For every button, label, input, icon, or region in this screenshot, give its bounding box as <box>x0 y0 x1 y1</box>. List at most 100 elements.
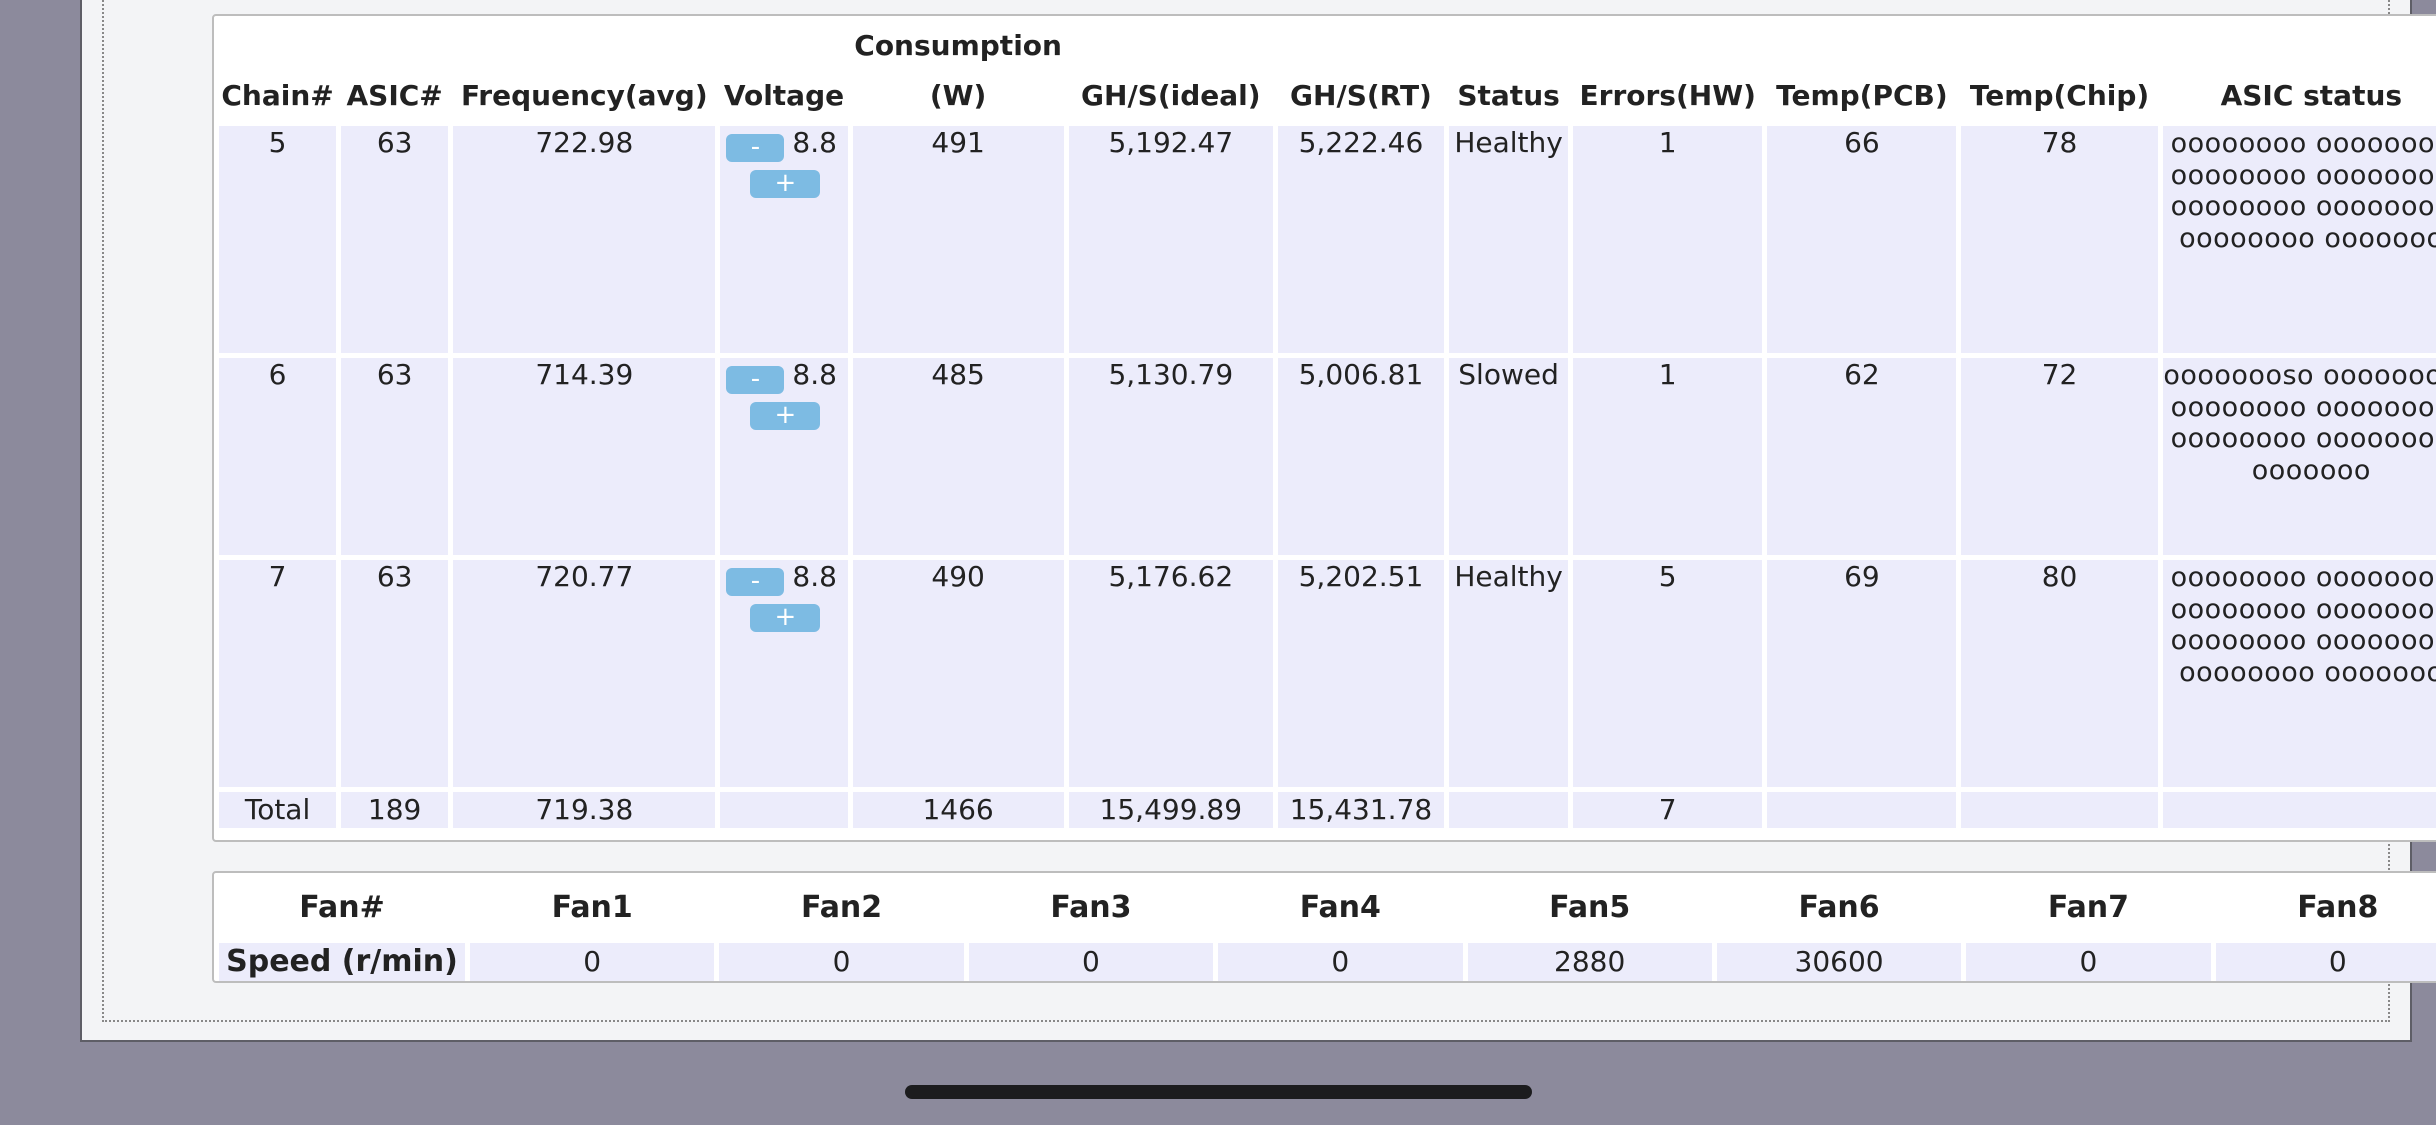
status-value: Slowed <box>1449 358 1569 555</box>
frequency-value: 714.39 <box>453 358 716 555</box>
fan-4-speed: 0 <box>1218 943 1463 981</box>
voltage-value: 8.8 <box>792 126 837 159</box>
header-consumption: Consumption (W) <box>853 21 1064 121</box>
fans-table: Fan# Fan1 Fan2 Fan3 Fan4 Fan5 Fan6 Fan7 … <box>214 873 2436 986</box>
voltage-controls: - 8.8 + <box>720 560 847 787</box>
ghs-rt-value: 5,006.81 <box>1277 358 1445 555</box>
header-fan-6: Fan6 <box>1798 890 1880 925</box>
errors-value: 1 <box>1573 126 1763 353</box>
header-ghs-ideal: GH/S(ideal) <box>1081 79 1261 112</box>
header-fan-number: Fan# <box>299 890 385 925</box>
header-fan-1: Fan1 <box>551 890 633 925</box>
errors-value: 1 <box>1573 358 1763 555</box>
asic-status-value: oooooooo oooooooo oooooooo oooooooo oooo… <box>2162 560 2436 787</box>
chain-number: 7 <box>219 560 337 787</box>
voltage-cell: - 8.8 + <box>720 126 848 353</box>
header-consumption-line2: (W) <box>929 79 987 112</box>
header-voltage: Voltage <box>723 79 845 112</box>
miner-status-panel: Chain# ASIC# Frequency(avg) Voltage Cons… <box>80 0 2436 1042</box>
total-errors: 7 <box>1573 792 1763 828</box>
ghs-ideal-value: 5,130.79 <box>1068 358 1273 555</box>
fan-8-speed: 0 <box>2215 943 2436 981</box>
fan-5-speed: 2880 <box>1467 943 1712 981</box>
asic-count: 63 <box>341 126 449 353</box>
consumption-value: 491 <box>852 126 1064 353</box>
ghs-rt-value: 5,202.51 <box>1277 560 1445 787</box>
total-consumption: 1466 <box>852 792 1064 828</box>
total-temp-pcb-empty <box>1767 792 1957 828</box>
ghs-ideal-value: 5,192.47 <box>1068 126 1273 353</box>
header-asic: ASIC# <box>346 79 443 112</box>
header-chain: Chain# <box>221 79 334 112</box>
consumption-value: 485 <box>852 358 1064 555</box>
asic-count: 63 <box>341 358 449 555</box>
voltage-decrease-button[interactable]: - <box>726 134 785 162</box>
header-fan-7: Fan7 <box>2047 890 2130 925</box>
total-ghs-rt: 15,431.78 <box>1277 792 1445 828</box>
fan-7-speed: 0 <box>1966 943 2211 981</box>
temp-pcb-value: 66 <box>1767 126 1957 353</box>
chain-row: 7 63 720.77 - 8.8 + 490 5,176.62 5,202.5… <box>219 560 2436 787</box>
temp-chip-value: 72 <box>1961 358 2158 555</box>
chain-row: 6 63 714.39 - 8.8 + 485 5,130.79 5,006.8… <box>219 358 2436 555</box>
temp-pcb-value: 69 <box>1767 560 1957 787</box>
header-fan-3: Fan3 <box>1050 890 1132 925</box>
total-status-empty <box>1449 792 1569 828</box>
total-voltage-empty <box>720 792 848 828</box>
voltage-decrease-button[interactable]: - <box>726 568 785 596</box>
fan-speed-row: Speed (r/min) 0 0 0 0 2880 30600 0 0 <box>219 943 2436 981</box>
voltage-value: 8.8 <box>792 560 837 593</box>
voltage-increase-button[interactable]: + <box>750 170 821 198</box>
voltage-value: 8.8 <box>792 358 837 391</box>
chains-table: Chain# ASIC# Frequency(avg) Voltage Cons… <box>214 16 2436 833</box>
total-label: Total <box>219 792 337 828</box>
status-value: Healthy <box>1449 126 1569 353</box>
header-asic-status: ASIC status <box>2220 79 2403 112</box>
fan-6-speed: 30600 <box>1716 943 1962 981</box>
header-frequency: Frequency(avg) <box>460 79 708 112</box>
header-fan-2: Fan2 <box>800 890 883 925</box>
fans-section: Fan# Fan1 Fan2 Fan3 Fan4 Fan5 Fan6 Fan7 … <box>212 871 2436 983</box>
voltage-increase-button[interactable]: + <box>750 402 821 430</box>
header-status: Status <box>1457 79 1560 112</box>
frequency-value: 720.77 <box>453 560 716 787</box>
header-fan-4: Fan4 <box>1299 890 1381 925</box>
total-asic-status-empty <box>2162 792 2436 828</box>
fan-speed-label: Speed (r/min) <box>219 943 465 981</box>
voltage-controls: - 8.8 + <box>720 358 847 555</box>
header-consumption-line1: Consumption <box>854 29 1062 62</box>
total-ghs-ideal: 15,499.89 <box>1068 792 1273 828</box>
total-frequency: 719.38 <box>453 792 716 828</box>
chain-row: 5 63 722.98 - 8.8 + 491 5,192.47 5,222.4… <box>219 126 2436 353</box>
header-temp-chip: Temp(Chip) <box>1969 79 2150 112</box>
temp-pcb-value: 62 <box>1767 358 1957 555</box>
fan-3-speed: 0 <box>968 943 1214 981</box>
asic-status-value: oooooooso oooooooo oooooooo oooooooo ooo… <box>2162 358 2436 555</box>
total-asic: 189 <box>341 792 449 828</box>
errors-value: 5 <box>1573 560 1763 787</box>
asic-status-value: oooooooo oooooooo oooooooo oooooooo oooo… <box>2162 126 2436 353</box>
home-indicator[interactable] <box>905 1085 1532 1099</box>
consumption-value: 490 <box>852 560 1064 787</box>
header-errors: Errors(HW) <box>1579 79 1756 112</box>
voltage-decrease-button[interactable]: - <box>726 366 785 394</box>
header-fan-5: Fan5 <box>1549 890 1631 925</box>
chains-section: Chain# ASIC# Frequency(avg) Voltage Cons… <box>212 14 2436 842</box>
voltage-cell: - 8.8 + <box>720 560 848 787</box>
voltage-increase-button[interactable]: + <box>750 604 821 632</box>
chain-number: 5 <box>219 126 337 353</box>
ghs-rt-value: 5,222.46 <box>1277 126 1445 353</box>
header-temp-pcb: Temp(PCB) <box>1776 79 1948 112</box>
header-fan-8: Fan8 <box>2297 890 2379 925</box>
fan-1-speed: 0 <box>470 943 715 981</box>
temp-chip-value: 80 <box>1961 560 2158 787</box>
header-ghs-rt: GH/S(RT) <box>1290 79 1432 112</box>
ghs-ideal-value: 5,176.62 <box>1068 560 1273 787</box>
frequency-value: 722.98 <box>453 126 716 353</box>
total-row: Total 189 719.38 1466 15,499.89 15,431.7… <box>219 792 2436 828</box>
temp-chip-value: 78 <box>1961 126 2158 353</box>
asic-count: 63 <box>341 560 449 787</box>
voltage-controls: - 8.8 + <box>720 126 847 353</box>
chain-number: 6 <box>219 358 337 555</box>
status-value: Healthy <box>1449 560 1569 787</box>
